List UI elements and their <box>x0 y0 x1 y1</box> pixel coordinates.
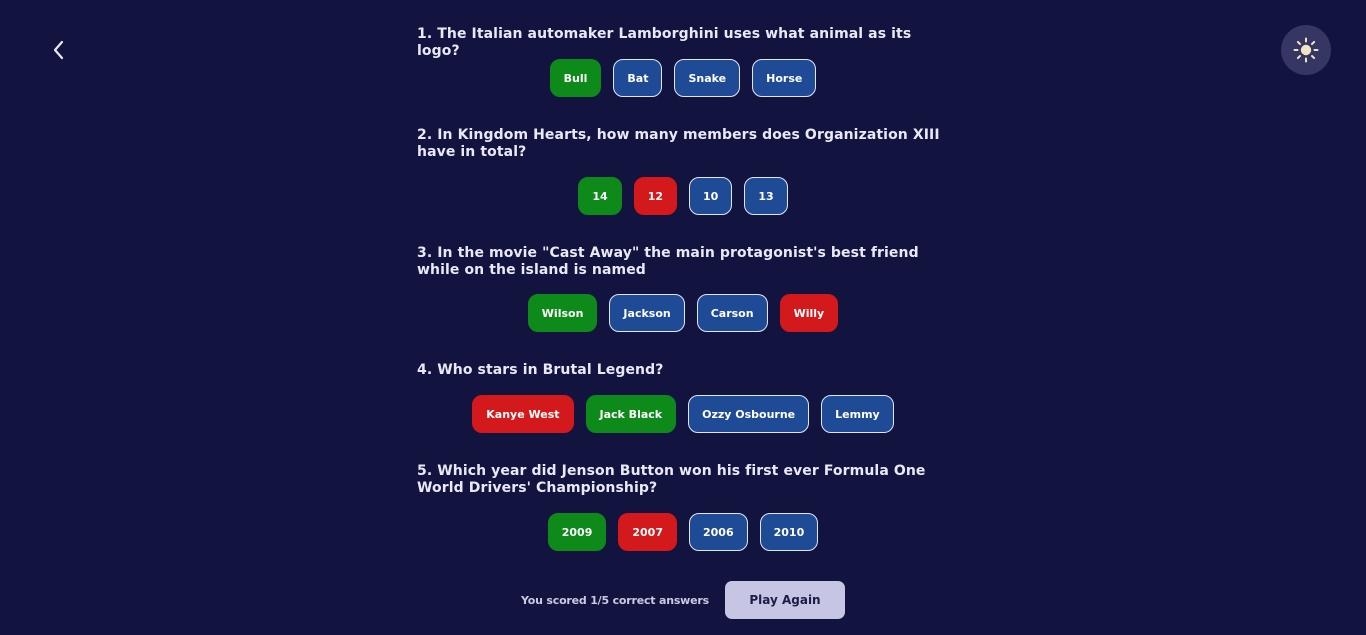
question-text: 3. In the movie "Cast Away" the main pro… <box>417 245 919 278</box>
question-1: 1. The Italian automaker Lamborghini use… <box>417 26 949 60</box>
question-text: 4. Who stars in Brutal Legend? <box>417 362 664 378</box>
results-footer: You scored 1/5 correct answers Play Agai… <box>417 581 949 619</box>
answer-button[interactable]: Jack Black <box>585 395 677 433</box>
answer-button[interactable]: Horse <box>752 59 817 97</box>
question-text: 5. Which year did Jenson Button won his … <box>417 463 926 496</box>
answer-button[interactable]: 2009 <box>547 513 607 551</box>
answer-button[interactable]: Jackson <box>609 294 685 332</box>
question-3: 3. In the movie "Cast Away" the main pro… <box>417 245 949 279</box>
question-5: 5. Which year did Jenson Button won his … <box>417 463 949 497</box>
chevron-left-icon <box>53 40 64 60</box>
question-text: 2. In Kingdom Hearts, how many members d… <box>417 127 940 160</box>
answer-button[interactable]: 12 <box>633 177 677 215</box>
answer-button[interactable]: 2007 <box>618 513 677 551</box>
answer-button[interactable]: Lemmy <box>821 395 894 433</box>
answer-button[interactable]: 13 <box>744 177 788 215</box>
answer-button[interactable]: Ozzy Osbourne <box>688 395 810 433</box>
answer-button[interactable]: Bull <box>549 59 602 97</box>
sun-icon <box>1293 37 1319 63</box>
answer-button[interactable]: 14 <box>578 177 622 215</box>
back-button[interactable] <box>44 34 74 66</box>
score-text: You scored 1/5 correct answers <box>521 593 709 607</box>
question-4: 4. Who stars in Brutal Legend? <box>417 362 949 379</box>
answer-button[interactable]: Kanye West <box>472 395 574 433</box>
answer-button[interactable]: 2006 <box>689 513 748 551</box>
answer-group-5: 2009 2007 2006 2010 <box>417 513 949 551</box>
answer-group-4: Kanye West Jack Black Ozzy Osbourne Lemm… <box>417 395 949 433</box>
question-text: 1. The Italian automaker Lamborghini use… <box>417 26 912 59</box>
theme-toggle-button[interactable] <box>1281 25 1331 75</box>
answer-button[interactable]: 2010 <box>759 513 819 551</box>
answer-group-3: Wilson Jackson Carson Willy <box>417 294 949 332</box>
answer-group-2: 14 12 10 13 <box>417 177 949 215</box>
answer-button[interactable]: Carson <box>696 294 768 332</box>
answer-button[interactable]: 10 <box>689 177 733 215</box>
play-again-button[interactable]: Play Again <box>724 581 845 619</box>
question-2: 2. In Kingdom Hearts, how many members d… <box>417 127 949 161</box>
answer-button[interactable]: Snake <box>674 59 741 97</box>
answer-group-1: Bull Bat Snake Horse <box>417 59 949 97</box>
answer-button[interactable]: Bat <box>613 59 663 97</box>
answer-button[interactable]: Wilson <box>527 294 598 332</box>
answer-button[interactable]: Willy <box>779 294 839 332</box>
